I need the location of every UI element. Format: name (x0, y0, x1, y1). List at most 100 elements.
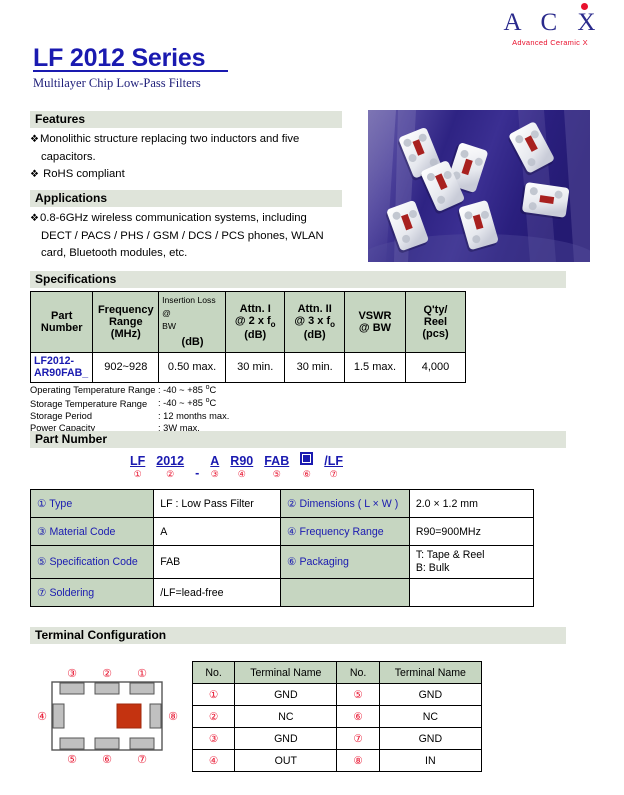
section-header-terminal-configuration: Terminal Configuration (30, 627, 566, 644)
col-attn-2: Attn. II @ 3 x fo (dB) (284, 290, 345, 354)
pn-segment: /LF ⑦ (324, 454, 343, 479)
logo-tagline: Advanced Ceramic X (512, 38, 588, 47)
diagram-label-4: ④ (37, 711, 47, 723)
diagram-label-2: ② (102, 668, 112, 680)
pn-val-material-code: A (153, 517, 282, 546)
col-terminal-name-1: Terminal Name (234, 661, 338, 684)
feature-text-2: RoHS compliant (39, 168, 125, 180)
pn-val-type: LF : Low Pass Filter (153, 489, 282, 518)
col-no-1: No. (191, 661, 236, 684)
table-row: ③ Material Code A ④ Frequency Range R90=… (29, 517, 535, 546)
pn-key-soldering: ⑦ Soldering (29, 578, 155, 608)
pn-segment: FAB ⑤ (264, 454, 290, 479)
cell-no: ⑤ (336, 683, 380, 706)
pn-segment: 2012 ② (156, 454, 185, 479)
condition-row: Storage Period: 12 months max. (30, 410, 230, 421)
col-attn-1: Attn. I @ 2 x fo (dB) (224, 290, 286, 354)
cell-qty-reel: 4,000 (405, 352, 466, 383)
operating-conditions: Operating Temperature Range: -40 ~ +85 o… (30, 383, 229, 435)
table-row: ① GND ⑤ GND (191, 683, 483, 706)
cell-terminal-name: GND (234, 683, 338, 706)
packaging-square-icon (300, 452, 314, 468)
cell-insertion-loss: 0.50 max. (158, 352, 226, 383)
product-photo (368, 110, 590, 262)
condition-row: Operating Temperature Range: -40 ~ +85 o… (30, 384, 217, 396)
pn-val-dimensions: 2.0 × 1.2 mm (408, 489, 535, 518)
logo-dot-icon (581, 3, 588, 10)
applications-list: ❖0.8-6GHz wireless communication systems… (30, 210, 360, 263)
diagram-label-1: ① (137, 668, 147, 680)
pn-val-specification-code: FAB (153, 544, 282, 580)
part-number-breakdown: LF ① 2012 ② - A ③ R90 ④ FAB ⑤ ⑥/LF ⑦ (130, 452, 354, 481)
cell-no: ④ (191, 749, 236, 772)
cell-part-number: LF2012- AR90FAB_ (29, 352, 94, 383)
list-item-cont: card, Bluetooth modules, etc. (30, 245, 360, 263)
pn-val-soldering: /LF=lead-free (153, 578, 282, 608)
diagram-label-7: ⑦ (137, 754, 147, 766)
diagram-label-5: ⑤ (67, 754, 77, 766)
cell-terminal-name: NC (378, 705, 483, 728)
col-insertion-loss: Insertion Loss @ BW (dB) (158, 290, 226, 354)
col-part-number: Part Number (29, 290, 94, 354)
col-vswr: VSWR @ BW (343, 290, 407, 354)
list-item: ❖ RoHS compliant (30, 166, 350, 184)
pn-segment-packaging: ⑥ (300, 452, 314, 480)
diagram-label-8: ⑧ (168, 711, 178, 723)
section-header-specifications: Specifications (30, 271, 566, 288)
pn-key-specification-code: ⑤ Specification Code (29, 544, 155, 580)
pn-separator: - (195, 466, 200, 480)
cell-no: ⑧ (336, 749, 380, 772)
logo-letters: A C X (503, 9, 603, 36)
cell-terminal-name: NC (234, 705, 338, 728)
pn-key-empty (280, 578, 410, 608)
diagram-label-6: ⑥ (102, 754, 112, 766)
diamond-bullet-icon: ❖ (30, 213, 39, 224)
cell-frequency-range: 902~928 (92, 352, 160, 383)
pn-segment: LF ① (130, 454, 146, 479)
cell-no: ① (191, 683, 236, 706)
col-no-2: No. (336, 661, 380, 684)
cell-vswr: 1.5 max. (343, 352, 407, 383)
cell-no: ③ (191, 727, 236, 750)
cell-terminal-name: GND (378, 727, 483, 750)
list-item: ❖Monolithic structure replacing two indu… (30, 131, 350, 149)
application-text-2: DECT / PACS / PHS / GSM / DCS / PCS phon… (41, 229, 324, 242)
cell-attn-1: 30 min. (224, 352, 286, 383)
col-frequency-range: Frequency Range (MHz) (92, 290, 160, 354)
acx-logo: A C X Advanced Ceramic X (495, 3, 605, 47)
list-item-cont: DECT / PACS / PHS / GSM / DCS / PCS phon… (30, 228, 360, 246)
table-row: ④ OUT ⑧ IN (191, 749, 483, 772)
pn-key-dimensions: ② Dimensions ( L × W ) (280, 489, 410, 518)
terminal-name-table: No. Terminal Name No. Terminal Name ① GN… (191, 661, 483, 772)
cell-attn-2: 30 min. (284, 352, 345, 383)
page-title: LF 2012 Series (33, 44, 206, 72)
table-row: ② NC ⑥ NC (191, 705, 483, 728)
table-row: ③ GND ⑦ GND (191, 727, 483, 750)
pn-key-type: ① Type (29, 489, 155, 518)
cell-no: ② (191, 705, 236, 728)
section-header-applications: Applications (30, 190, 342, 207)
col-qty-reel: Q'ty/ Reel (pcs) (405, 290, 466, 354)
pn-key-packaging: ⑥ Packaging (280, 544, 410, 580)
diagram-label-3: ③ (67, 668, 77, 680)
cell-no: ⑦ (336, 727, 380, 750)
section-header-part-number: Part Number (30, 431, 566, 448)
list-item: ❖0.8-6GHz wireless communication systems… (30, 210, 360, 228)
table-header-row: No. Terminal Name No. Terminal Name (191, 661, 483, 684)
title-underline (33, 70, 228, 72)
pn-segment: R90 ④ (230, 454, 254, 479)
diamond-bullet-icon: ❖ (30, 134, 39, 145)
cell-terminal-name: OUT (234, 749, 338, 772)
pn-segment: A③ (210, 454, 220, 479)
cell-terminal-name: IN (378, 749, 483, 772)
pn-key-material-code: ③ Material Code (29, 517, 155, 546)
terminal-diagram: ① ② ③ ④ ⑤ ⑥ ⑦ ⑧ (30, 660, 190, 780)
pn-val-empty (408, 578, 535, 608)
list-item-cont: capacitors. (30, 149, 350, 167)
pn-val-frequency-range: R90=900MHz (408, 517, 535, 546)
diamond-bullet-icon: ❖ (30, 169, 39, 180)
pn-key-frequency-range: ④ Frequency Range (280, 517, 410, 546)
table-row: ⑦ Soldering /LF=lead-free (29, 578, 535, 608)
cell-terminal-name: GND (234, 727, 338, 750)
feature-text-1: Monolithic structure replacing two induc… (39, 133, 300, 145)
